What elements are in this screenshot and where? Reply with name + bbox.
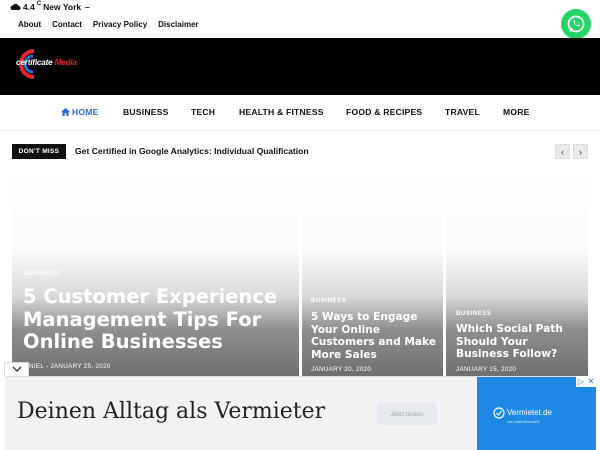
ad-banner[interactable]: Deinen Alltag als Vermieter Jetzt testen…	[5, 376, 596, 450]
ticker-next-button[interactable]: ›	[573, 144, 588, 159]
nav-item-health-fitness[interactable]: HEALTH & FITNESS	[239, 107, 324, 117]
ad-brand-subtitle: von ImmoScout24	[507, 419, 540, 424]
whatsapp-button[interactable]	[561, 9, 591, 39]
chevron-down-icon	[12, 366, 21, 372]
ad-headline[interactable]: Deinen Alltag als Vermieter	[17, 399, 325, 424]
post-category[interactable]: BUSINESS	[311, 298, 346, 304]
site-logo-text: certificate Media	[16, 58, 77, 67]
top-link-disclaimer[interactable]: Disclaimer	[158, 20, 198, 29]
chevron-right-icon: ›	[579, 146, 582, 157]
post-meta: JANUARY 15, 2020	[456, 366, 517, 373]
nav-item-food-recipes[interactable]: FOOD & RECIPES	[346, 107, 422, 117]
vermietet-logo-icon	[493, 407, 505, 419]
ad-cta-button[interactable]: Jetzt testen	[377, 403, 437, 425]
post-category[interactable]: BUSINESS	[24, 271, 59, 277]
top-bar: 4.4 C New York – About Contact Privacy P…	[0, 0, 600, 39]
cloud-icon	[10, 3, 21, 10]
dont-miss-badge: DON'T MISS	[12, 144, 66, 159]
ad-collapse-button[interactable]	[4, 362, 29, 376]
ticker-headline[interactable]: Get Certified in Google Analytics: Indiv…	[75, 146, 309, 156]
top-link-contact[interactable]: Contact	[52, 20, 82, 29]
ad-choices[interactable]: ▷ ✕	[576, 376, 596, 387]
post-title[interactable]: Which Social Path Should Your Business F…	[456, 323, 584, 361]
nav-item-more[interactable]: MORE	[503, 107, 530, 117]
nav-label-home: HOME	[72, 107, 99, 117]
ad-close-icon[interactable]: ✕	[588, 377, 595, 386]
ad-info-icon[interactable]: ▷	[578, 377, 584, 386]
weather-widget: 4.4 C New York –	[10, 1, 90, 13]
weather-unit: C	[36, 1, 42, 7]
weather-temperature: 4.4	[23, 2, 35, 12]
main-nav: HOME BUSINESS TECH HEALTH & FITNESS FOOD…	[0, 95, 600, 131]
featured-post-card[interactable]: BUSINESS 5 Customer Experience Managemen…	[12, 166, 299, 376]
home-icon	[61, 108, 70, 116]
post-meta: NIEL - JANUARY 25, 2020	[29, 363, 111, 370]
post-title[interactable]: 5 Ways to Engage Your Online Customers a…	[311, 311, 439, 361]
nav-item-tech[interactable]: TECH	[191, 107, 215, 117]
post-card[interactable]: BUSINESS Which Social Path Should Your B…	[446, 166, 588, 376]
weather-city: New York	[43, 2, 82, 12]
whatsapp-icon	[567, 15, 585, 33]
post-meta: JANUARY 20, 2020	[311, 366, 372, 373]
top-link-privacy-policy[interactable]: Privacy Policy	[93, 20, 147, 29]
chevron-left-icon: ‹	[561, 146, 564, 157]
ticker-prev-button[interactable]: ‹	[555, 144, 570, 159]
post-title[interactable]: 5 Customer Experience Management Tips Fo…	[23, 285, 289, 354]
post-card[interactable]: BUSINESS 5 Ways to Engage Your Online Cu…	[302, 166, 443, 376]
weather-separator: –	[85, 2, 90, 12]
nav-item-business[interactable]: BUSINESS	[123, 107, 169, 117]
ad-brand-name: Vermietet.de	[507, 408, 552, 417]
post-category[interactable]: BUSINESS	[456, 311, 491, 317]
logo-word-certificate: certificate	[16, 58, 53, 67]
top-links: About Contact Privacy Policy Disclaimer	[18, 20, 210, 29]
nav-item-travel[interactable]: TRAVEL	[445, 107, 480, 117]
top-link-about[interactable]: About	[18, 20, 41, 29]
nav-item-home[interactable]: HOME	[61, 107, 99, 117]
ad-brand-panel[interactable]: Vermietet.de von ImmoScout24	[477, 377, 596, 450]
site-header: certificate Media	[0, 38, 600, 95]
logo-word-media: Media	[54, 58, 77, 67]
